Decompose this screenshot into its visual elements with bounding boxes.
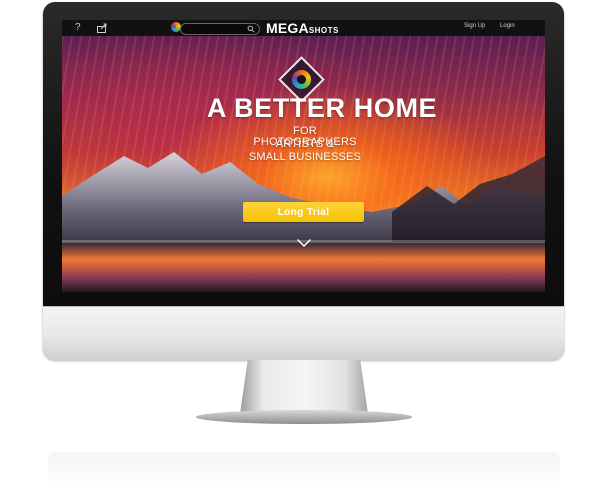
monitor-chin <box>43 306 564 361</box>
signup-link[interactable]: Sign Up <box>464 23 485 29</box>
search-icon[interactable] <box>247 25 255 33</box>
monitor-stand-base <box>196 410 412 424</box>
chevron-down-icon[interactable] <box>297 238 311 248</box>
help-icon[interactable]: ? <box>75 22 81 34</box>
top-navigation-bar: ? MEGASHOTS Sign Up Login <box>62 20 545 36</box>
login-link[interactable]: Login <box>500 23 515 29</box>
brand-wordmark[interactable]: MEGASHOTS <box>266 21 339 38</box>
hero-tagline-line-2: ARTISTS & <box>275 138 335 150</box>
hero-tagline-line-3: SMALL BUSINESSES <box>248 151 362 163</box>
aperture-center <box>297 75 306 84</box>
screen: ? MEGASHOTS Sign Up Login MEGA A BETTER … <box>62 20 545 292</box>
search-input[interactable] <box>180 23 260 35</box>
aperture-logo-icon <box>292 70 311 89</box>
monitor-reflection <box>48 452 560 488</box>
hero-headline: A BETTER HOME <box>206 93 438 123</box>
long-trial-button[interactable]: Long Trial <box>243 202 364 222</box>
brand-sub-text: SHOTS <box>308 26 339 35</box>
brand-main-text: MEGA <box>266 20 309 36</box>
monitor-stand-neck <box>240 360 368 414</box>
share-icon[interactable] <box>96 22 108 34</box>
